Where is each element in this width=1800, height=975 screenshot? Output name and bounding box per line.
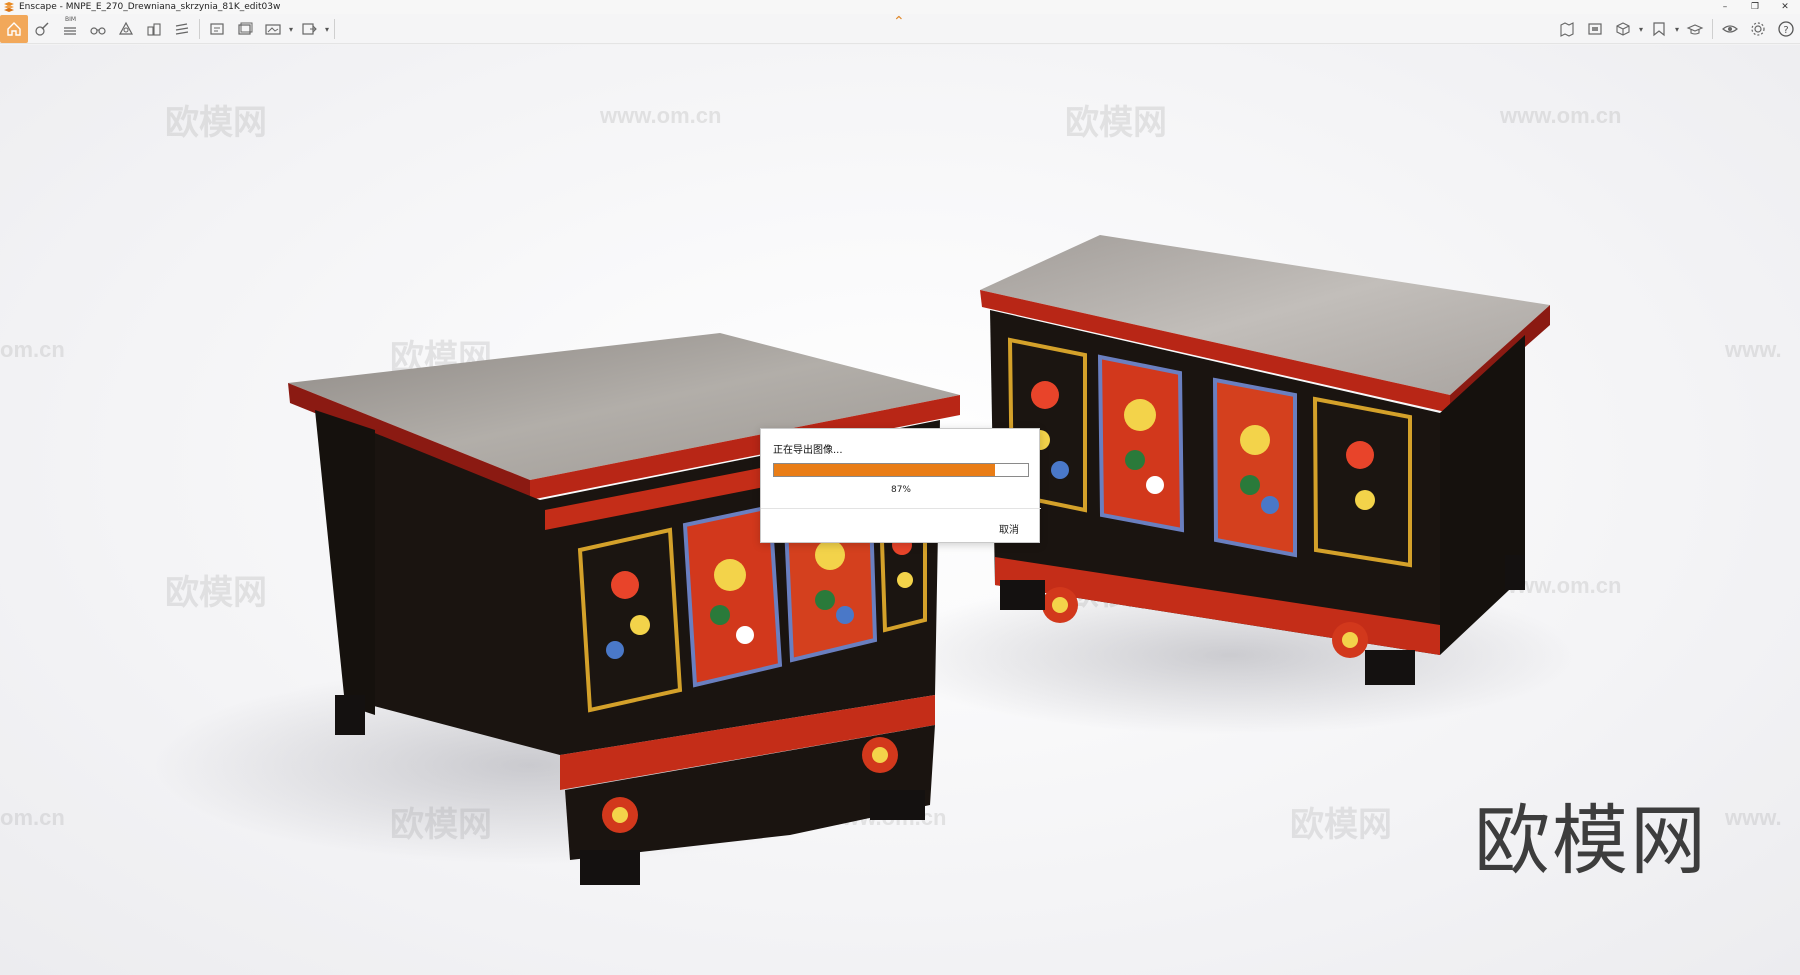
export-dropdown-caret[interactable]: ▾ [323, 25, 331, 34]
watermark-brand: 欧模网 [1290, 806, 1392, 844]
enscape-logo-icon [4, 2, 14, 12]
panorama-icon [265, 24, 281, 35]
academy-button[interactable] [1681, 15, 1709, 43]
watermark-brand: 欧模网 [165, 104, 267, 142]
painted-chest-right [980, 235, 1550, 685]
toolbar-left-group: BIM ▾ ▾ [0, 14, 338, 44]
watermark-site: www.om.cn [1500, 103, 1622, 128]
layers-icon [175, 23, 189, 35]
cap-icon [1686, 24, 1704, 35]
watermark-site: om.cn [0, 337, 65, 362]
panorama-dropdown-caret[interactable]: ▾ [287, 25, 295, 34]
cube-dropdown-caret[interactable]: ▾ [1637, 25, 1645, 34]
render-viewport[interactable]: 欧模网 www.om.cn 欧模网 www.om.cn om.cn 欧模网 ww… [0, 45, 1800, 975]
window-controls: – ❐ ✕ [1710, 0, 1800, 14]
close-button[interactable]: ✕ [1770, 0, 1800, 14]
bim-button[interactable]: BIM [56, 15, 84, 43]
help-icon: ? [1778, 21, 1794, 37]
site-context-button[interactable] [140, 15, 168, 43]
toolbar-separator [1712, 19, 1713, 39]
binoculars-icon [90, 27, 106, 35]
batch-render-icon [238, 22, 253, 35]
collapse-toolbar-arrow-icon[interactable]: ⌃ [893, 14, 905, 30]
toolbar-separator [334, 19, 335, 39]
watermark-site: om.cn [0, 805, 65, 830]
toolbar-separator [199, 19, 200, 39]
view-management-button[interactable] [84, 15, 112, 43]
help-button[interactable]: ? [1772, 15, 1800, 43]
batch-render-button[interactable] [231, 15, 259, 43]
asset-library-button[interactable] [112, 15, 140, 43]
window-title: Enscape - MNPE_E_270_Drewniana_skrzynia_… [19, 2, 281, 12]
watermark-site: www. [1725, 805, 1782, 830]
buildings-icon [147, 23, 161, 36]
screenshot-icon [210, 23, 224, 35]
paint-icon [35, 22, 49, 36]
watermark-brand-large: 欧模网 [1474, 796, 1708, 885]
asset-icon [118, 21, 134, 35]
eye-icon [1722, 25, 1738, 33]
visual-settings-button[interactable] [28, 15, 56, 43]
settings-button[interactable] [1744, 15, 1772, 43]
orthographic-button[interactable] [1609, 15, 1637, 43]
painted-chest-left [288, 333, 960, 885]
panorama-button[interactable] [259, 15, 287, 43]
dialog-divider [761, 508, 1041, 509]
bookmark-button[interactable] [1645, 15, 1673, 43]
toolbar-right-group: ▾ ▾ ? [1553, 14, 1800, 44]
bookmark-dropdown-caret[interactable]: ▾ [1673, 25, 1681, 34]
watermark-site: www.om.cn [600, 103, 722, 128]
cube-icon [1616, 22, 1630, 36]
restore-button[interactable]: ❐ [1740, 0, 1770, 14]
minimize-button[interactable]: – [1710, 0, 1740, 14]
map-button[interactable] [1553, 15, 1581, 43]
svg-text:?: ? [1783, 25, 1788, 36]
progress-percent-label: 87% [890, 485, 911, 495]
export-icon [302, 23, 317, 35]
map-icon [1560, 22, 1574, 37]
home-icon [7, 22, 21, 36]
dialog-title: 正在导出图像... [773, 445, 843, 456]
cancel-button[interactable]: 取消 [999, 521, 1019, 536]
bim-label: BIM [65, 16, 77, 23]
progress-bar [773, 463, 1029, 477]
export-progress-dialog: 正在导出图像... 87% 取消 [760, 428, 1041, 543]
export-button[interactable] [295, 15, 323, 43]
frame-button[interactable] [1581, 15, 1609, 43]
frame-icon [1588, 23, 1602, 35]
home-button[interactable] [0, 15, 28, 43]
material-editor-button[interactable] [168, 15, 196, 43]
watermark-brand: 欧模网 [165, 574, 267, 612]
progress-bar-fill [774, 464, 995, 476]
visibility-button[interactable] [1716, 15, 1744, 43]
watermark-brand: 欧模网 [1065, 104, 1167, 142]
title-bar: Enscape - MNPE_E_270_Drewniana_skrzynia_… [0, 0, 1800, 14]
watermark-site: www. [1725, 337, 1782, 362]
bookmark-icon [1653, 22, 1665, 37]
gear-icon [1751, 22, 1765, 36]
screenshot-button[interactable] [203, 15, 231, 43]
